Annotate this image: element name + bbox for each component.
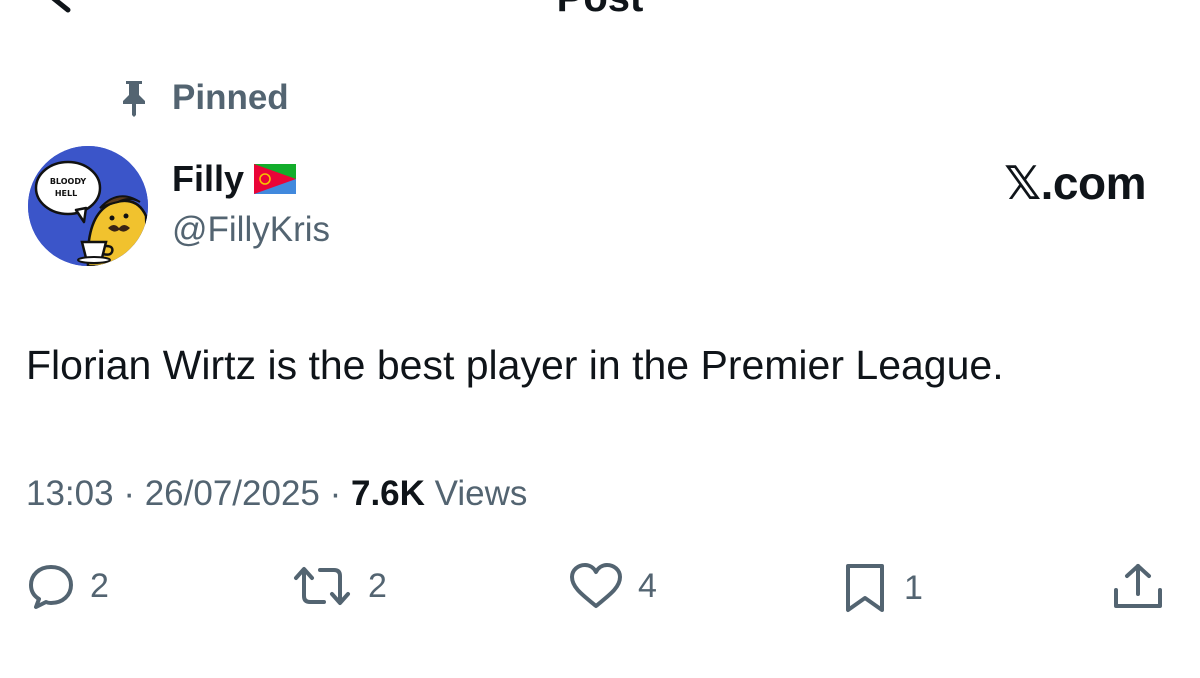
meta-separator: · — [319, 474, 351, 513]
post-meta: 13:03 · 26/07/2025 · 7.6K Views — [26, 474, 527, 514]
reply-icon — [29, 565, 73, 609]
views-label[interactable]: Views — [425, 474, 528, 513]
bookmark-button[interactable]: 1 — [840, 562, 923, 614]
author-name-row[interactable]: Filly — [172, 158, 297, 200]
like-icon — [570, 563, 622, 608]
avatar-illustration: BLOODY HELL — [28, 146, 148, 266]
meta-separator: · — [113, 474, 145, 513]
post-page: Post Pinned BLOODY HELL — [0, 0, 1200, 678]
pin-icon — [123, 81, 145, 117]
repost-icon — [294, 567, 350, 605]
page-title: Post — [0, 0, 1200, 21]
post-date[interactable]: 26/07/2025 — [145, 474, 320, 513]
x-com-watermark: 𝕏.com — [1004, 157, 1146, 209]
reply-count: 2 — [90, 566, 109, 605]
avatar[interactable]: BLOODY HELL — [28, 146, 148, 266]
author-display-name[interactable]: Filly — [172, 158, 244, 200]
views-count[interactable]: 7.6K — [351, 474, 425, 513]
pinned-indicator: Pinned — [118, 78, 289, 118]
avatar-speech-line1: BLOODY — [50, 177, 87, 186]
repost-count: 2 — [368, 566, 387, 605]
more-button[interactable] — [1115, 0, 1148, 12]
like-count: 4 — [638, 566, 657, 605]
author-handle[interactable]: @FillyKris — [172, 210, 330, 250]
share-button[interactable] — [1110, 562, 1166, 612]
pinned-label: Pinned — [172, 78, 289, 117]
like-button[interactable]: 4 — [568, 562, 657, 610]
share-icon — [1114, 564, 1162, 608]
reply-button[interactable]: 2 — [26, 562, 109, 610]
avatar-speech-line2: HELL — [55, 189, 77, 198]
bookmark-count: 1 — [904, 568, 923, 607]
eritrea-flag-icon — [254, 164, 297, 194]
post-text: Florian Wirtz is the best player in the … — [26, 342, 1004, 388]
repost-button[interactable]: 2 — [290, 562, 387, 610]
post-time[interactable]: 13:03 — [26, 474, 114, 513]
bookmark-icon — [846, 564, 884, 612]
